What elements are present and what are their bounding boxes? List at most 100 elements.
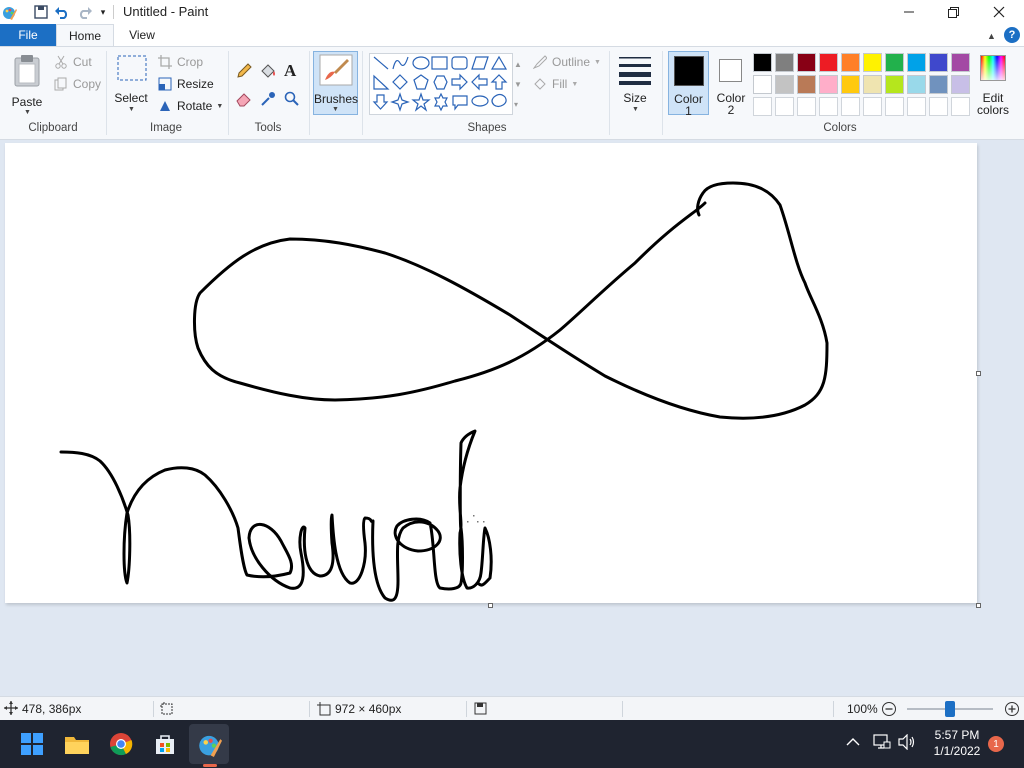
color-spectrum-icon — [980, 55, 1006, 81]
color2-button[interactable]: Color 2 — [712, 51, 750, 117]
custom-color-slot[interactable] — [863, 97, 882, 116]
color1-button[interactable]: Color 1 — [668, 51, 709, 118]
canvas-size: 972 × 460px — [335, 702, 402, 716]
palette-swatch[interactable] — [907, 53, 926, 72]
palette-swatch[interactable] — [753, 75, 772, 94]
palette-swatch[interactable] — [951, 75, 970, 94]
pencil-tool[interactable] — [236, 63, 252, 79]
zoom-in-icon — [1005, 702, 1019, 716]
custom-color-slot[interactable] — [797, 97, 816, 116]
drawing — [59, 181, 829, 602]
network-icon[interactable] — [873, 734, 891, 753]
palette-swatch[interactable] — [753, 53, 772, 72]
zoom-in-button[interactable] — [1004, 701, 1020, 717]
cut-button[interactable]: Cut — [53, 53, 92, 71]
paste-dropdown-icon: ▼ — [24, 109, 31, 116]
palette-swatch[interactable] — [819, 53, 838, 72]
paint-taskbar-button[interactable] — [189, 724, 229, 764]
color-picker-tool[interactable] — [260, 91, 276, 107]
tab-home[interactable]: Home — [56, 24, 114, 46]
customize-quick-access-icon[interactable]: ▾ — [94, 3, 112, 21]
close-button[interactable] — [976, 0, 1022, 24]
redo-icon[interactable] — [76, 3, 94, 21]
fill-dropdown-icon: ▼ — [571, 80, 579, 88]
canvas-resize-handle-right[interactable] — [976, 371, 981, 376]
palette-swatch[interactable] — [775, 75, 794, 94]
color-palette — [753, 53, 973, 119]
resize-icon — [157, 76, 173, 92]
palette-swatch[interactable] — [929, 53, 948, 72]
tab-file[interactable]: File — [0, 24, 56, 46]
show-hidden-icons-icon[interactable] — [846, 736, 860, 750]
maximize-button[interactable] — [930, 0, 976, 24]
save-icon[interactable] — [32, 3, 50, 21]
file-explorer-button[interactable] — [57, 724, 97, 764]
size-button[interactable]: Size ▼ — [615, 53, 655, 117]
clock[interactable]: 5:57 PM 1/1/2022 — [922, 728, 992, 758]
color-picker-icon — [261, 92, 275, 106]
brushes-label: Brushes — [314, 92, 359, 106]
paint-icon — [199, 735, 222, 757]
tab-view[interactable]: View — [114, 24, 170, 46]
brushes-button[interactable]: Brushes ▼ — [313, 51, 358, 115]
palette-swatch[interactable] — [863, 53, 882, 72]
custom-color-slot[interactable] — [885, 97, 904, 116]
chrome-button[interactable] — [101, 724, 141, 764]
shapes-scroll-icons[interactable]: ▲ ▼ ▾ — [514, 55, 522, 115]
undo-icon[interactable] — [53, 3, 71, 21]
palette-swatch[interactable] — [775, 53, 794, 72]
eraser-tool[interactable] — [236, 91, 252, 107]
palette-swatch[interactable] — [819, 75, 838, 94]
status-separator — [309, 701, 310, 717]
resize-button[interactable]: Resize — [157, 75, 214, 93]
clock-date: 1/1/2022 — [933, 744, 981, 758]
custom-color-slot[interactable] — [907, 97, 926, 116]
custom-color-slot[interactable] — [819, 97, 838, 116]
custom-color-slot[interactable] — [841, 97, 860, 116]
palette-swatch[interactable] — [907, 75, 926, 94]
custom-color-slot[interactable] — [951, 97, 970, 116]
notification-badge[interactable]: 1 — [988, 736, 1004, 752]
zoom-out-button[interactable] — [881, 701, 897, 717]
palette-swatch[interactable] — [885, 53, 904, 72]
palette-swatch[interactable] — [951, 53, 970, 72]
volume-icon[interactable] — [898, 733, 916, 753]
palette-swatch[interactable] — [929, 75, 948, 94]
rotate-button[interactable]: Rotate ▼ — [157, 97, 223, 115]
start-button[interactable] — [12, 724, 52, 764]
ribbon-separator — [609, 51, 610, 135]
palette-swatch[interactable] — [841, 53, 860, 72]
custom-color-slot[interactable] — [929, 97, 948, 116]
ribbon-tabs: File Home View — [0, 24, 1024, 46]
palette-swatch[interactable] — [797, 53, 816, 72]
crop-button[interactable]: Crop — [157, 53, 203, 71]
collapse-ribbon-icon[interactable]: ▲ — [987, 31, 996, 41]
select-button[interactable]: Select ▼ — [113, 53, 153, 117]
canvas-resize-handle-corner[interactable] — [976, 603, 981, 608]
zoom-slider-thumb[interactable] — [945, 701, 955, 717]
fill-tool[interactable] — [259, 63, 277, 79]
minimize-button[interactable] — [886, 0, 932, 24]
shapes-gallery[interactable] — [369, 53, 513, 115]
edit-colors-button[interactable]: Edit colors — [975, 53, 1011, 117]
shapes-group-label: Shapes — [467, 122, 507, 134]
palette-swatch[interactable] — [841, 75, 860, 94]
custom-color-slot[interactable] — [753, 97, 772, 116]
palette-swatch[interactable] — [863, 75, 882, 94]
paste-button[interactable]: Paste ▼ — [8, 51, 48, 117]
ribbon-separator — [309, 51, 310, 135]
palette-swatch[interactable] — [797, 75, 816, 94]
custom-color-slot[interactable] — [775, 97, 794, 116]
outline-button[interactable]: Outline ▼ — [532, 53, 601, 71]
magnifier-tool[interactable] — [284, 91, 300, 107]
palette-swatch[interactable] — [885, 75, 904, 94]
paint-app-icon[interactable] — [0, 3, 18, 21]
zoom-slider[interactable] — [907, 701, 993, 717]
store-button[interactable] — [145, 724, 185, 764]
copy-button[interactable]: Copy — [53, 75, 101, 93]
text-tool[interactable]: A — [284, 61, 300, 80]
help-icon[interactable]: ? — [1004, 27, 1020, 43]
canvas-resize-handle-bottom[interactable] — [488, 603, 493, 608]
fill-button[interactable]: Fill ▼ — [532, 75, 578, 93]
drawing-canvas[interactable] — [5, 143, 977, 603]
